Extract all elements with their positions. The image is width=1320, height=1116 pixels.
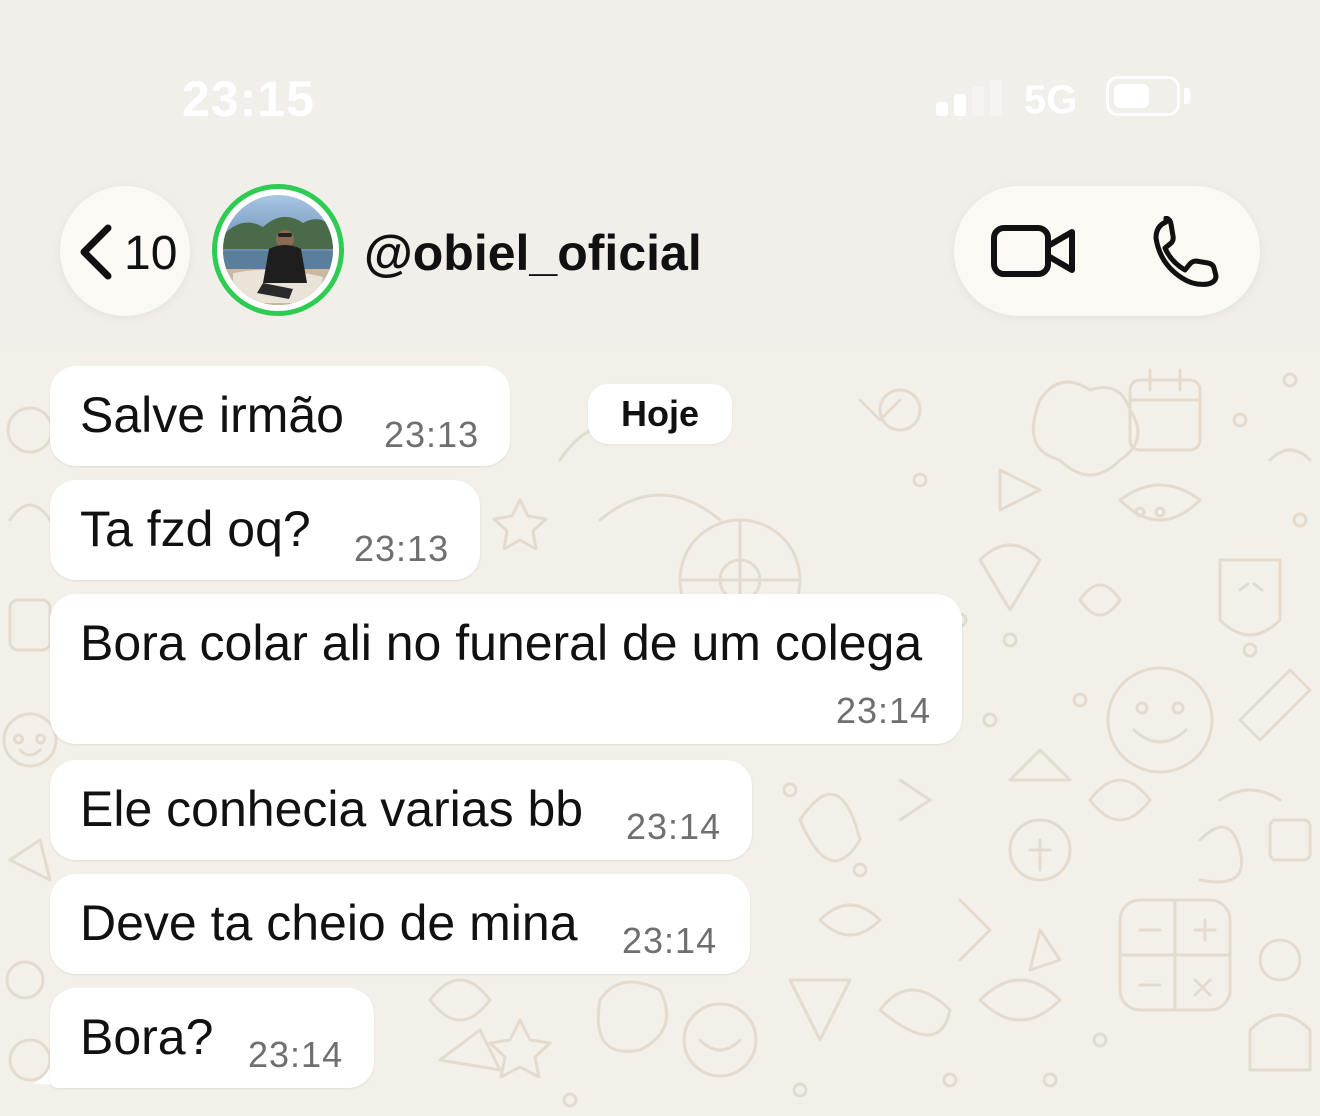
message-time: 23:14 [622,920,718,961]
message-bubble[interactable]: Bora? 23:14 [50,988,374,1088]
message-text: Ta fzd oq? [80,501,311,557]
date-divider: Hoje [588,384,732,444]
message-bubble[interactable]: Salve irmão 23:13 [50,366,510,466]
contact-avatar[interactable] [212,184,344,316]
battery-icon [1106,76,1180,116]
message-text: Deve ta cheio de mina [80,895,578,951]
signal-strength-icon [936,80,1006,116]
video-camera-icon[interactable] [988,216,1078,286]
phone-icon[interactable] [1148,216,1224,292]
avatar-photo [223,195,333,305]
message-time: 23:14 [626,806,722,847]
contact-name[interactable]: @obiel_oficial [364,224,702,282]
network-type: 5G [1024,78,1078,122]
message-bubble[interactable]: Bora colar ali no funeral de um colega 2… [50,594,962,744]
message-bubble[interactable]: Ta fzd oq? 23:13 [50,480,480,580]
message-time: 23:13 [354,528,450,569]
message-text: Ele conhecia varias bb [80,781,584,837]
message-text: Salve irmão [80,387,344,443]
status-bar-time: 23:15 [182,71,315,127]
message-time: 23:14 [836,690,932,731]
battery-tip [1184,88,1190,104]
back-button[interactable]: 10 [60,186,190,316]
unread-count: 10 [124,227,178,280]
message-bubble[interactable]: Deve ta cheio de mina 23:14 [50,874,750,974]
message-text: Bora colar ali no funeral de um colega [80,615,923,671]
call-actions [954,186,1260,316]
chevron-left-icon [80,224,112,280]
message-text: Bora? [80,1009,214,1065]
message-bubble[interactable]: Ele conhecia varias bb 23:14 [50,760,752,860]
message-time: 23:13 [384,414,480,455]
message-time: 23:14 [248,1034,344,1075]
